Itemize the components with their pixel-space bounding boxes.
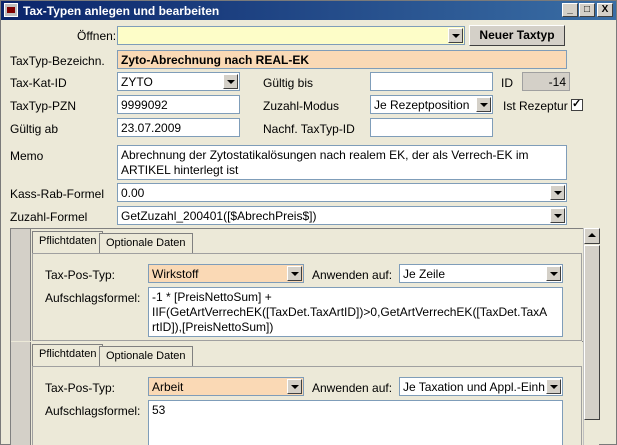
tab-pflichtdaten[interactable]: Pflichtdaten bbox=[32, 344, 104, 366]
pos-typ-value: Arbeit bbox=[152, 380, 184, 394]
anwenden-dropdown-arrow-icon[interactable] bbox=[546, 266, 561, 281]
anwenden-combobox[interactable]: Je Zeile bbox=[399, 264, 563, 283]
kass-combobox[interactable]: 0.00 bbox=[117, 183, 567, 202]
katid-combobox[interactable]: ZYTO bbox=[117, 72, 240, 91]
memo-field[interactable]: Abrechnung der Zytostatikalösungen nach … bbox=[117, 145, 567, 180]
kass-label: Kass-Rab-Formel bbox=[10, 187, 105, 201]
katid-label: Tax-Kat-ID bbox=[10, 76, 67, 90]
open-combobox[interactable] bbox=[117, 26, 465, 45]
pos-typ-combobox[interactable]: Arbeit bbox=[148, 377, 304, 396]
pos-typ-dropdown-arrow-icon[interactable] bbox=[287, 266, 302, 281]
maximize-button[interactable]: □ bbox=[579, 3, 595, 17]
anwenden-label: Anwenden auf: bbox=[312, 381, 393, 395]
nachf-label: Nachf. TaxTyp-ID bbox=[263, 122, 355, 136]
main-window: Tax-Typen anlegen und bearbeiten _ □ X Ö… bbox=[0, 0, 617, 445]
aufschlag-label: Aufschlagsformel: bbox=[45, 404, 141, 418]
zuzahl-modus-value: Je Rezeptposition bbox=[374, 98, 470, 112]
id-field: -14 bbox=[522, 72, 570, 91]
taxpos-subform: Pflichtdaten Optionale Daten Tax-Pos-Typ… bbox=[10, 228, 583, 445]
kass-dropdown-arrow-icon[interactable] bbox=[550, 185, 565, 200]
anwenden-value: Je Zeile bbox=[403, 267, 446, 281]
minimize-button[interactable]: _ bbox=[562, 3, 578, 17]
zuzahl-formel-value: GetZuzahl_200401([$AbrechPreis$]) bbox=[121, 209, 317, 223]
app-icon bbox=[4, 3, 18, 17]
tab-pflichtdaten[interactable]: Pflichtdaten bbox=[32, 231, 104, 253]
zuzahl-formel-combobox[interactable]: GetZuzahl_200401([$AbrechPreis$]) bbox=[117, 206, 567, 225]
anwenden-value: Je Taxation und Appl.-Einh bbox=[403, 380, 545, 394]
record-selector[interactable] bbox=[11, 342, 31, 445]
ist-rezeptur-checkbox[interactable] bbox=[571, 97, 583, 111]
ist-rezeptur-label: Ist Rezeptur bbox=[503, 99, 568, 113]
gueltig-bis-label: Gültig bis bbox=[263, 76, 314, 90]
anwenden-dropdown-arrow-icon[interactable] bbox=[546, 379, 561, 394]
zuzahl-modus-label: Zuzahl-Modus bbox=[263, 99, 340, 113]
id-label: ID bbox=[501, 76, 513, 90]
record-selector[interactable] bbox=[11, 229, 31, 341]
tab-optionale-daten[interactable]: Optionale Daten bbox=[99, 233, 193, 253]
kass-value: 0.00 bbox=[121, 186, 145, 200]
tabpage-pflichtdaten: Tax-Pos-Typ: Arbeit Anwenden auf: Je Tax… bbox=[32, 366, 582, 445]
pzn-field[interactable]: 9999092 bbox=[117, 95, 240, 114]
bezeichn-field[interactable]: Zyto-Abrechnung nach REAL-EK bbox=[117, 50, 567, 69]
aufschlag-label: Aufschlagsformel: bbox=[45, 291, 141, 305]
pos-typ-label: Tax-Pos-Typ: bbox=[45, 381, 116, 395]
title-bar[interactable]: Tax-Typen anlegen und bearbeiten _ □ X bbox=[1, 1, 616, 20]
pos-typ-value: Wirkstoff bbox=[152, 267, 199, 281]
gueltig-ab-field[interactable]: 23.07.2009 bbox=[117, 118, 240, 137]
scroll-up-arrow-icon[interactable] bbox=[584, 228, 600, 244]
pos-typ-combobox[interactable]: Wirkstoff bbox=[148, 264, 304, 283]
pzn-label: TaxTyp-PZN bbox=[10, 99, 77, 113]
pos-typ-label: Tax-Pos-Typ: bbox=[45, 268, 116, 282]
aufschlag-field[interactable]: -1 * [PreisNettoSum] + IIF(GetArtVerrech… bbox=[148, 287, 563, 337]
anwenden-label: Anwenden auf: bbox=[312, 268, 393, 282]
subform-record: Pflichtdaten Optionale Daten Tax-Pos-Typ… bbox=[31, 342, 583, 445]
katid-value: ZYTO bbox=[121, 75, 153, 89]
nachf-field[interactable] bbox=[370, 118, 493, 137]
memo-label: Memo bbox=[10, 149, 44, 163]
new-taxtyp-button[interactable]: Neuer Taxtyp bbox=[469, 25, 565, 46]
gueltig-ab-label: Gültig ab bbox=[10, 122, 59, 136]
anwenden-combobox[interactable]: Je Taxation und Appl.-Einh bbox=[399, 377, 563, 396]
scroll-thumb[interactable] bbox=[584, 245, 600, 420]
close-button[interactable]: X bbox=[597, 3, 613, 17]
aufschlag-field[interactable]: 53 bbox=[148, 400, 563, 445]
zuzahl-formel-label: Zuzahl-Formel bbox=[10, 210, 88, 224]
zuzahl-modus-dropdown-arrow-icon[interactable] bbox=[476, 97, 491, 112]
bezeichn-label: TaxTyp-Bezeichn. bbox=[10, 54, 105, 68]
tab-optionale-daten[interactable]: Optionale Daten bbox=[99, 346, 193, 366]
subform-scrollbar[interactable] bbox=[583, 228, 600, 445]
gueltig-bis-field[interactable] bbox=[370, 72, 493, 91]
tabpage-pflichtdaten: Tax-Pos-Typ: Wirkstoff Anwenden auf: Je … bbox=[32, 253, 582, 341]
pos-typ-dropdown-arrow-icon[interactable] bbox=[287, 379, 302, 394]
window-title: Tax-Typen anlegen und bearbeiten bbox=[23, 4, 220, 18]
zuzahl-formel-dropdown-arrow-icon[interactable] bbox=[550, 208, 565, 223]
zuzahl-modus-combobox[interactable]: Je Rezeptposition bbox=[370, 95, 493, 114]
open-dropdown-arrow-icon[interactable] bbox=[448, 28, 463, 43]
subform-record: Pflichtdaten Optionale Daten Tax-Pos-Typ… bbox=[31, 229, 583, 341]
open-label: Öffnen: bbox=[77, 29, 117, 43]
katid-dropdown-arrow-icon[interactable] bbox=[223, 74, 238, 89]
